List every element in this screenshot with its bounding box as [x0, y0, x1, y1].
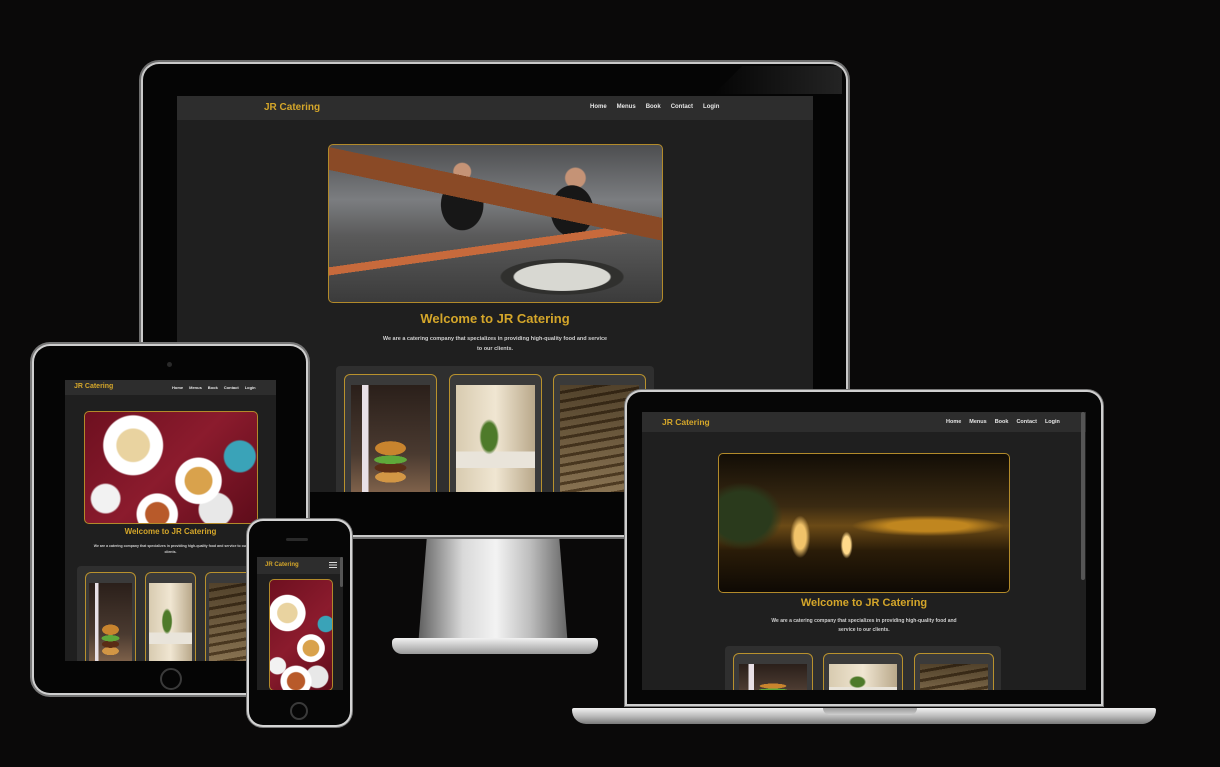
burger-photo: [89, 583, 132, 661]
desktop-nav-book[interactable]: Book: [646, 104, 661, 110]
laptop-website: JR Catering Home Menus Book Contact Logi…: [642, 412, 1086, 690]
desktop-navbar: JR Catering Home Menus Book Contact Logi…: [177, 96, 813, 120]
hamburger-menu-icon[interactable]: [329, 562, 337, 568]
tablet-nav-menus[interactable]: Menus: [189, 385, 202, 390]
desktop-tagline: We are a catering company that specializ…: [382, 336, 608, 352]
laptop-nav-menus[interactable]: Menus: [969, 419, 986, 425]
desktop-nav-contact[interactable]: Contact: [671, 104, 693, 110]
tablet-nav-book[interactable]: Book: [208, 385, 218, 390]
laptop-card-burger[interactable]: [733, 653, 813, 690]
desktop-hero-image: [328, 144, 663, 303]
phone-hero-image: [269, 579, 333, 690]
desktop-card-venue[interactable]: [449, 374, 542, 492]
desktop-welcome-heading: Welcome to JR Catering: [420, 311, 570, 326]
desktop-nav-login[interactable]: Login: [703, 104, 719, 110]
tablet-tagline: We are a catering company that specializ…: [93, 544, 248, 554]
laptop-notch: [823, 708, 917, 715]
laptop-scrollbar[interactable]: [1081, 412, 1085, 580]
tablet-nav-contact[interactable]: Contact: [224, 385, 239, 390]
tablet-navbar: JR Catering Home Menus Book Contact Logi…: [65, 380, 276, 395]
venue-photo: [829, 664, 897, 690]
tablet-home-button[interactable]: [160, 668, 182, 690]
laptop-nav-login[interactable]: Login: [1045, 419, 1060, 425]
desktop-nav-home[interactable]: Home: [590, 104, 607, 110]
tablet-welcome-heading: Welcome to JR Catering: [124, 527, 217, 536]
laptop-nav-contact[interactable]: Contact: [1016, 419, 1036, 425]
desktop-brand-logo[interactable]: JR Catering: [264, 102, 320, 113]
laptop-hero-image: [718, 453, 1010, 593]
tablet-brand-logo[interactable]: JR Catering: [74, 383, 113, 390]
tablet-camera: [167, 362, 172, 367]
laptop-welcome-heading: Welcome to JR Catering: [800, 597, 928, 609]
phone-scrollbar[interactable]: [340, 557, 343, 587]
tablet-card-grid: [77, 566, 276, 661]
phone-navbar: JR Catering: [257, 557, 343, 574]
desktop-card-grid: [336, 366, 654, 492]
desktop-card-burger[interactable]: [344, 374, 437, 492]
laptop-nav-home[interactable]: Home: [946, 419, 961, 425]
phone-speaker: [286, 538, 308, 541]
laptop-tagline: We are a catering company that specializ…: [771, 618, 957, 633]
venue-photo: [456, 385, 535, 492]
laptop-nav-book[interactable]: Book: [995, 419, 1009, 425]
monitor-stand-neck: [418, 535, 568, 647]
banquet-photo: [209, 583, 252, 661]
laptop-card-venue[interactable]: [823, 653, 903, 690]
tablet-card-venue[interactable]: [145, 572, 196, 661]
laptop-card-grid: [725, 646, 1001, 690]
venue-photo: [149, 583, 192, 661]
laptop-card-banquet[interactable]: [914, 653, 994, 690]
monitor-stand-base: [392, 638, 598, 654]
tablet-nav-links: Home Menus Book Contact Login: [172, 385, 256, 390]
tablet-nav-home[interactable]: Home: [172, 385, 183, 390]
banquet-photo: [920, 664, 988, 690]
tablet-nav-login[interactable]: Login: [245, 385, 256, 390]
tablet-card-burger[interactable]: [85, 572, 136, 661]
phone-home-button[interactable]: [290, 702, 308, 720]
laptop-nav-links: Home Menus Book Contact Login: [946, 419, 1060, 425]
desktop-nav-links: Home Menus Book Contact Login: [590, 104, 719, 110]
phone-website: JR Catering: [257, 557, 343, 690]
tablet-hero-image: [84, 411, 258, 524]
burger-photo: [739, 664, 807, 690]
tablet-website: JR Catering Home Menus Book Contact Logi…: [65, 380, 276, 661]
burger-photo: [351, 385, 430, 492]
desktop-nav-menus[interactable]: Menus: [617, 104, 636, 110]
laptop-navbar: JR Catering Home Menus Book Contact Logi…: [642, 412, 1086, 432]
laptop-brand-logo[interactable]: JR Catering: [662, 417, 710, 427]
phone-brand-logo[interactable]: JR Catering: [265, 562, 299, 568]
